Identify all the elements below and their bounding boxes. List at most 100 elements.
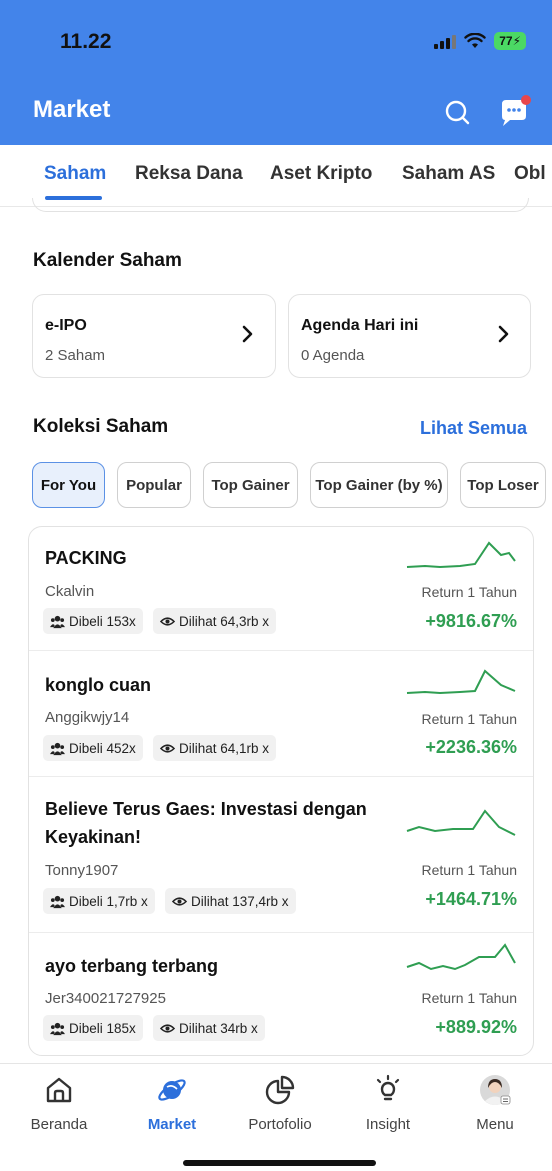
- return-label: Return 1 Tahun: [421, 711, 517, 727]
- filter-popular[interactable]: Popular: [117, 462, 191, 508]
- koleksi-title: Koleksi Saham: [33, 416, 169, 437]
- users-icon: [50, 1022, 65, 1035]
- list-item[interactable]: Believe Terus Gaes: Investasi dengan Key…: [29, 777, 533, 933]
- collection-author: Ckalvin: [45, 583, 95, 600]
- bought-count: Dibeli 1,7rb x: [43, 888, 155, 914]
- return-label: Return 1 Tahun: [421, 862, 517, 878]
- nav-insight[interactable]: Insight: [333, 1074, 443, 1133]
- filter-top-gainer-pct[interactable]: Top Gainer (by %): [310, 462, 448, 508]
- bought-count: Dibeli 153x: [43, 608, 143, 634]
- nav-label: Menu: [476, 1116, 514, 1133]
- nav-label: Market: [147, 1116, 197, 1133]
- return-value: +9816.67%: [425, 611, 517, 631]
- page-title: Market: [33, 96, 111, 123]
- list-item[interactable]: PACKING Ckalvin Dibeli 153x Dilihat 64,3…: [29, 527, 533, 651]
- collection-author: Jer340021727925: [45, 990, 166, 1007]
- nav-label: Portofolio: [248, 1116, 312, 1133]
- see-all-link[interactable]: Lihat Semua: [420, 418, 527, 439]
- view-label: Dilihat 64,1rb x: [179, 740, 270, 756]
- chevron-right-icon: [242, 325, 253, 343]
- kalender-card-name: Agenda Hari ini: [301, 317, 419, 334]
- return-sparkline: [406, 541, 516, 569]
- bought-count: Dibeli 185x: [43, 1015, 143, 1041]
- view-count: Dilihat 137,4rb x: [165, 888, 296, 914]
- battery-icon: 77⚡: [494, 32, 526, 50]
- nav-label: Beranda: [30, 1116, 88, 1133]
- avatar-icon: [480, 1075, 511, 1105]
- tab-saham[interactable]: Saham: [44, 163, 106, 185]
- nav-portofolio[interactable]: Portofolio: [225, 1074, 335, 1133]
- chevron-right-icon: [498, 325, 509, 343]
- nav-beranda[interactable]: Beranda: [4, 1074, 114, 1133]
- kalender-title: Kalender Saham: [33, 250, 182, 271]
- return-sparkline: [406, 809, 516, 836]
- tab-aset-kripto[interactable]: Aset Kripto: [270, 163, 372, 185]
- nav-label: Insight: [365, 1116, 411, 1133]
- koleksi-list: PACKING Ckalvin Dibeli 153x Dilihat 64,3…: [28, 526, 534, 1056]
- collection-title: PACKING: [45, 548, 127, 568]
- return-value: +889.92%: [435, 1017, 517, 1037]
- kalender-card-sub: 2 Saham: [45, 347, 106, 364]
- kalender-card-name: e-IPO: [45, 317, 87, 334]
- eye-icon: [160, 1023, 175, 1033]
- return-value: +1464.71%: [425, 889, 517, 909]
- signal-icon: [434, 33, 457, 49]
- collection-author: Anggikwjy14: [45, 709, 130, 726]
- view-count: Dilihat 34rb x: [153, 1015, 265, 1041]
- kalender-card-agenda[interactable]: Agenda Hari ini 0 Agenda: [288, 294, 531, 378]
- eye-icon: [160, 743, 175, 753]
- collection-author: Tonny1907: [45, 862, 119, 879]
- return-sparkline: [406, 943, 516, 971]
- view-label: Dilihat 34rb x: [179, 1020, 258, 1036]
- view-count: Dilihat 64,3rb x: [153, 608, 277, 634]
- users-icon: [50, 742, 65, 755]
- return-label: Return 1 Tahun: [421, 990, 517, 1006]
- tab-saham-as[interactable]: Saham AS: [402, 163, 495, 185]
- users-icon: [50, 895, 65, 908]
- kalender-card-eipo[interactable]: e-IPO 2 Saham: [32, 294, 276, 378]
- return-sparkline: [406, 669, 516, 695]
- view-label: Dilihat 137,4rb x: [191, 893, 289, 909]
- list-item[interactable]: konglo cuan Anggikwjy14 Dibeli 452x Dili…: [29, 651, 533, 777]
- collection-title: ayo terbang terbang: [45, 956, 219, 976]
- wifi-icon: [464, 33, 486, 48]
- pie-chart-icon: [265, 1075, 295, 1105]
- eye-icon: [160, 616, 175, 626]
- bought-label: Dibeli 1,7rb x: [69, 893, 148, 909]
- list-item[interactable]: ayo terbang terbang Jer340021727925 Dibe…: [29, 933, 533, 1055]
- bought-label: Dibeli 153x: [69, 613, 136, 629]
- filter-top-loser[interactable]: Top Loser: [460, 462, 546, 508]
- status-time: 11.22: [60, 30, 112, 53]
- nav-menu[interactable]: Menu: [440, 1074, 550, 1133]
- previous-card-edge: [32, 198, 529, 212]
- app-header: 11.22 77⚡ Market: [0, 0, 552, 145]
- home-indicator: [183, 1160, 376, 1166]
- collection-title: konglo cuan: [45, 675, 152, 695]
- bottom-nav: Beranda Market Portofolio Insight Menu: [0, 1063, 552, 1171]
- bought-count: Dibeli 452x: [43, 735, 143, 761]
- lightbulb-icon: [376, 1074, 400, 1101]
- view-label: Dilihat 64,3rb x: [179, 613, 270, 629]
- bought-label: Dibeli 185x: [69, 1020, 136, 1036]
- view-count: Dilihat 64,1rb x: [153, 735, 277, 761]
- tab-reksa-dana[interactable]: Reksa Dana: [135, 163, 243, 185]
- nav-market[interactable]: Market: [117, 1074, 227, 1133]
- return-label: Return 1 Tahun: [421, 584, 517, 600]
- filter-top-gainer[interactable]: Top Gainer: [203, 462, 298, 508]
- status-icons: 77⚡: [434, 32, 526, 50]
- planet-icon: [158, 1079, 186, 1101]
- filter-for-you[interactable]: For You: [32, 462, 105, 508]
- collection-title-line: Believe Terus Gaes: Investasi dengan: [45, 799, 367, 819]
- chat-notification-icon[interactable]: [494, 92, 534, 132]
- users-icon: [50, 615, 65, 628]
- home-icon: [46, 1077, 72, 1103]
- eye-icon: [172, 896, 187, 906]
- collection-title-line: Keyakinan!: [45, 827, 142, 847]
- collection-title: Believe Terus Gaes: Investasi dengan Key…: [45, 795, 367, 851]
- search-icon[interactable]: [440, 95, 474, 129]
- bought-label: Dibeli 452x: [69, 740, 136, 756]
- tab-obligasi[interactable]: Obl: [514, 163, 546, 185]
- kalender-card-sub: 0 Agenda: [301, 347, 365, 364]
- return-value: +2236.36%: [425, 737, 517, 757]
- battery-level: 77: [499, 34, 513, 48]
